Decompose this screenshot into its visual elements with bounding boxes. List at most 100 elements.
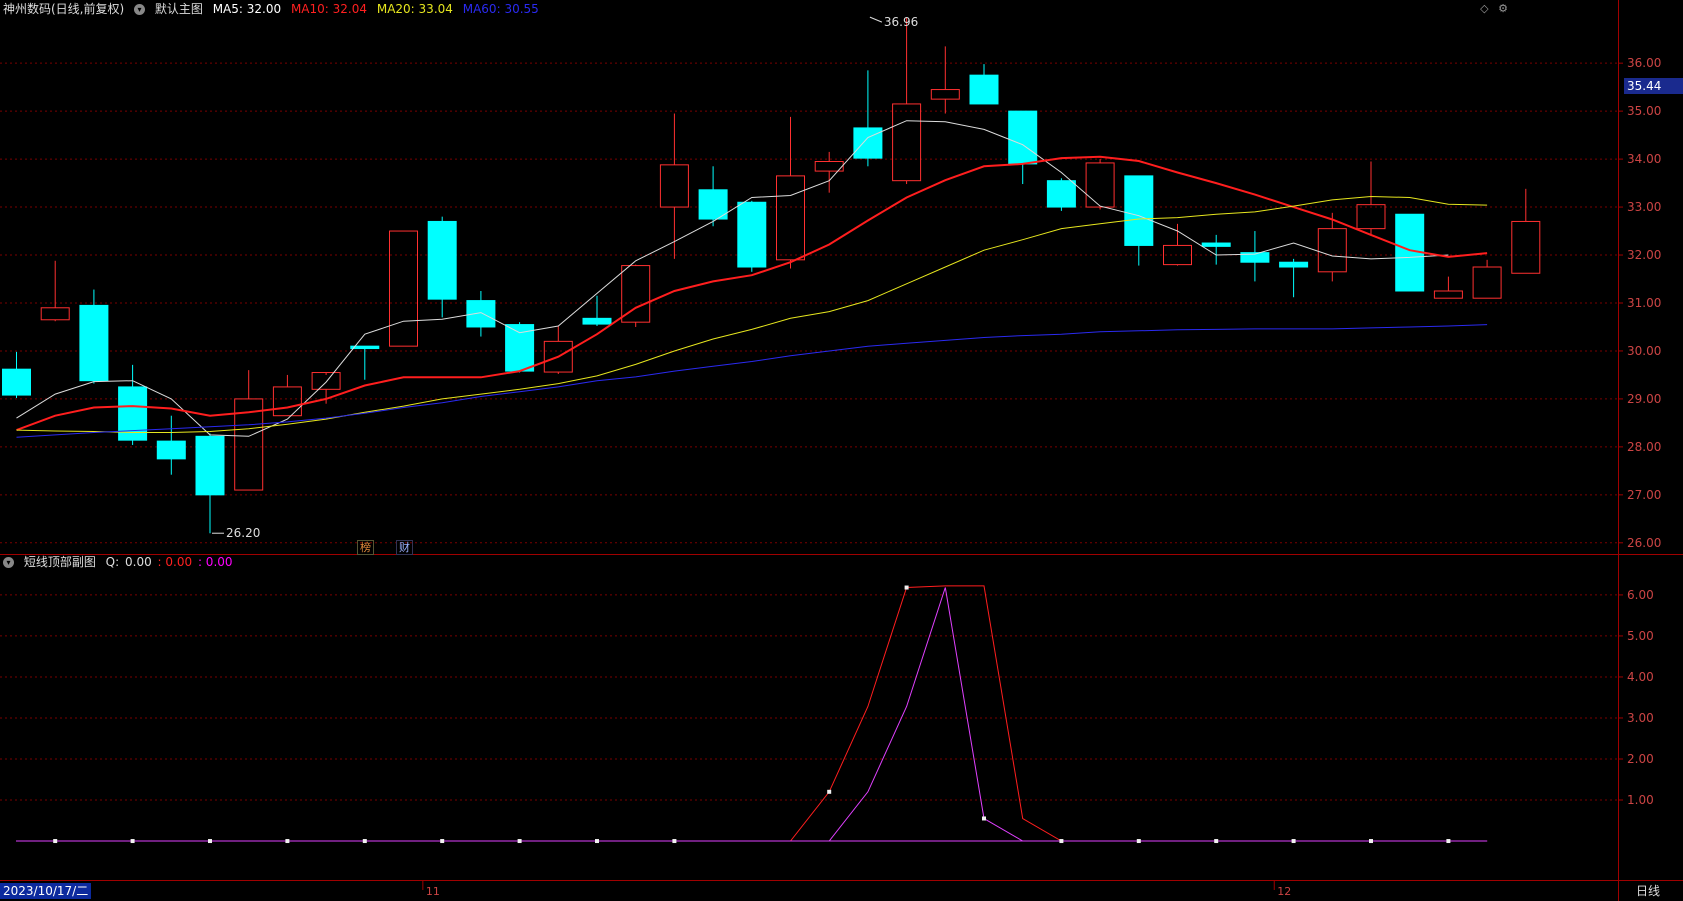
indicator-marker: [362, 839, 367, 844]
indicator-marker: [130, 839, 135, 844]
candle-body[interactable]: [1163, 244, 1192, 266]
ma60-value: 30.55: [504, 2, 539, 16]
chart-corner-controls: ◇ ⚙: [1474, 2, 1508, 15]
candle-body[interactable]: [466, 300, 496, 328]
indicator-marker: [982, 816, 986, 821]
candle-body[interactable]: [776, 175, 805, 261]
candle-body[interactable]: [737, 201, 767, 268]
indicator-marker: [1369, 839, 1373, 844]
candle-body[interactable]: [853, 127, 883, 159]
q-label: Q:: [105, 555, 120, 569]
candle-body[interactable]: [698, 189, 728, 220]
ma60-label: MA60:: [462, 2, 501, 16]
chevron-down-icon[interactable]: ▾: [3, 557, 14, 568]
ma20-label: MA20:: [376, 2, 415, 16]
main-view-label[interactable]: 默认主图: [155, 2, 203, 16]
indicator-value-3: : 0.00: [197, 555, 233, 569]
period-label[interactable]: 日线: [1636, 883, 1660, 899]
candle-body[interactable]: [1433, 290, 1463, 299]
price-annotation: 26.20: [226, 526, 260, 540]
candle-body[interactable]: [1279, 261, 1309, 268]
y-tick-label: 35.00: [1627, 104, 1661, 118]
indicator-marker: [285, 839, 290, 844]
ma10-label: MA10:: [290, 2, 329, 16]
indicator-marker: [827, 789, 832, 794]
ma5-legend: MA5: 32.00: [213, 2, 281, 16]
candle-body[interactable]: [2, 368, 31, 396]
indicator-marker: [440, 839, 445, 844]
ma10-value: 32.04: [332, 2, 368, 16]
candle-body[interactable]: [156, 440, 186, 460]
indicator-marker: [595, 839, 599, 844]
indicator-marker: [904, 585, 909, 590]
y-tick-label: 6.00: [1627, 588, 1654, 602]
ma20-legend: MA20: 33.04: [377, 2, 453, 16]
candle-body[interactable]: [1472, 266, 1502, 299]
x-tick-label: 11: [426, 885, 440, 898]
candle-body[interactable]: [40, 307, 70, 321]
stock-title[interactable]: 神州数码(日线,前复权): [3, 2, 124, 16]
y-tick-label: 32.00: [1627, 248, 1661, 262]
y-tick-label: 31.00: [1627, 296, 1661, 310]
candle-body[interactable]: [505, 324, 535, 372]
y-tick-label: 30.00: [1627, 344, 1661, 358]
ma5-label: MA5:: [212, 2, 243, 16]
indicator-marker: [1059, 839, 1064, 844]
candle-body[interactable]: [79, 304, 109, 382]
y-tick-label: 29.00: [1627, 392, 1661, 406]
y-tick-label: 2.00: [1627, 752, 1654, 766]
y-tick-label: 27.00: [1627, 488, 1661, 502]
rank-badge[interactable]: 榜: [357, 540, 374, 555]
indicator-value-2: : 0.00: [157, 555, 193, 569]
cursor-date: 2023/10/17/二: [0, 883, 92, 899]
indicator-marker: [1446, 839, 1451, 844]
ma60-legend: MA60: 30.55: [463, 2, 539, 16]
candle-body[interactable]: [1356, 204, 1386, 230]
candle-body[interactable]: [582, 317, 612, 325]
indicator-marker: [1291, 839, 1296, 844]
candle-body[interactable]: [195, 435, 225, 496]
indicator-marker: [672, 839, 677, 844]
candle-body[interactable]: [389, 230, 418, 347]
candle-body[interactable]: [1201, 242, 1231, 247]
candle-body[interactable]: [1317, 228, 1347, 273]
candle-body[interactable]: [1085, 162, 1115, 208]
indicator-marker: [517, 839, 522, 844]
candle-body[interactable]: [892, 103, 922, 182]
ma-line-ma60: [16, 324, 1488, 438]
indicator-marker: [1136, 839, 1141, 844]
candle-body[interactable]: [1511, 220, 1541, 274]
y-tick-label: 1.00: [1627, 793, 1654, 807]
ma5-value: 32.00: [246, 2, 282, 16]
y-tick-label: 5.00: [1627, 629, 1654, 643]
y-tick-label: 26.00: [1627, 536, 1661, 550]
main-chart-header: 神州数码(日线,前复权) ▾ 默认主图 MA5: 32.00 MA10: 32.…: [3, 1, 545, 17]
sub-chart-header: ▾ 短线顶部副图 Q: 0.00 : 0.00 : 0.00: [3, 554, 239, 570]
candle-body[interactable]: [1124, 175, 1154, 246]
diamond-icon[interactable]: ◇: [1480, 2, 1488, 15]
annotation-pointer: [869, 16, 883, 23]
y-tick-label: 3.00: [1627, 711, 1654, 725]
indicator-title[interactable]: 短线顶部副图: [24, 555, 96, 569]
indicator-line-magenta: [16, 587, 1488, 842]
y-tick-label: 33.00: [1627, 200, 1661, 214]
ma10-legend: MA10: 32.04: [291, 2, 367, 16]
price-annotation: 36.96: [884, 15, 918, 29]
chart-canvas[interactable]: 26.00 27.00 28.00 29.00 30.00 31.00 32.00 33.00…: [0, 0, 1683, 901]
candle-body[interactable]: [311, 372, 341, 390]
candle-body[interactable]: [272, 386, 302, 417]
indicator-marker: [53, 839, 58, 844]
candle-body[interactable]: [659, 164, 689, 208]
candle-body[interactable]: [969, 74, 999, 105]
settings-icon[interactable]: ⚙: [1498, 2, 1508, 15]
chevron-down-icon[interactable]: ▾: [134, 4, 146, 15]
candle-body[interactable]: [1046, 180, 1076, 208]
indicator-line-red: [16, 585, 1488, 842]
y-tick-label: 28.00: [1627, 440, 1661, 454]
candle-body[interactable]: [1008, 110, 1038, 165]
indicator-marker: [1214, 839, 1219, 844]
indicator-marker: [208, 839, 212, 844]
finance-badge[interactable]: 财: [396, 540, 413, 555]
candle-body[interactable]: [930, 89, 960, 100]
candle-body[interactable]: [427, 220, 457, 300]
